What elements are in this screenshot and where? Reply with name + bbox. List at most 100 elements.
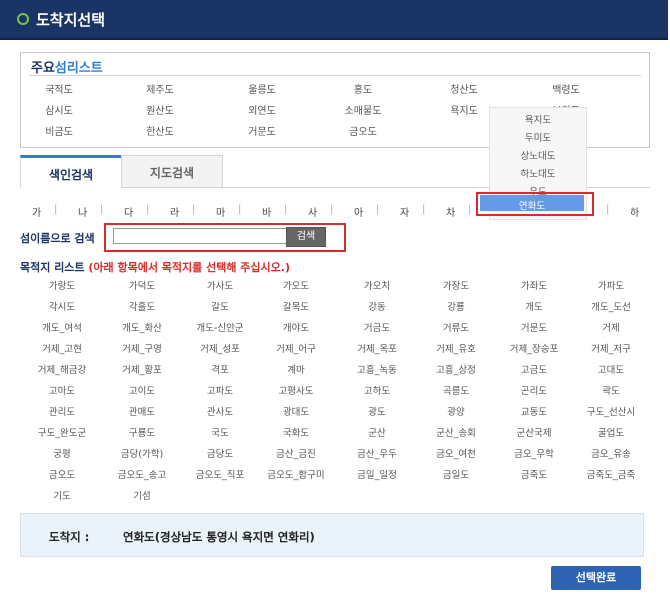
island-link[interactable]: 비금도 (20, 123, 98, 138)
island-link[interactable]: 국적도 (20, 81, 98, 96)
consonant-link[interactable]: 하 (630, 204, 639, 219)
destination-link[interactable]: 가덕도 (102, 278, 182, 292)
destination-link[interactable]: 구도_완도군 (22, 425, 102, 439)
destination-link[interactable]: 개도_여석 (22, 320, 102, 334)
island-link[interactable]: 제주도 (121, 81, 199, 96)
consonant-link[interactable]: 라 (170, 204, 179, 219)
destination-link[interactable]: 가장도 (416, 278, 496, 292)
destination-link[interactable]: 광양 (416, 404, 496, 418)
dropdown-item[interactable]: 두미도 (490, 130, 586, 144)
destination-link[interactable]: 각시도 (22, 299, 102, 313)
destination-link[interactable]: 거제_어구 (256, 341, 336, 355)
destination-link[interactable]: 금산_우두 (337, 446, 417, 460)
tab-map-search[interactable]: 지도검색 (121, 155, 223, 187)
destination-link[interactable]: 가파도 (571, 278, 651, 292)
island-link[interactable]: 홍도 (324, 81, 402, 96)
destination-link[interactable]: 고하도 (337, 383, 417, 397)
destination-link[interactable]: 곽도 (571, 383, 651, 397)
consonant-link[interactable]: 가 (32, 204, 41, 219)
destination-link[interactable]: 거류도 (416, 320, 496, 334)
destination-link[interactable]: 거제 (571, 320, 651, 334)
island-link[interactable]: 청산도 (425, 81, 503, 96)
consonant-link[interactable]: 마 (216, 204, 225, 219)
destination-link[interactable]: 기섬 (102, 488, 182, 502)
destination-link[interactable]: 관사도 (180, 404, 260, 418)
consonant-link[interactable]: 아 (354, 204, 363, 219)
destination-link[interactable]: 고파도 (180, 383, 260, 397)
destination-link[interactable]: 거제_성포 (180, 341, 260, 355)
destination-link[interactable]: 개도_도선 (571, 299, 651, 313)
destination-link[interactable]: 고흥_상정 (416, 362, 496, 376)
destination-link[interactable]: 고대도 (571, 362, 651, 376)
destination-link[interactable]: 가랑도 (22, 278, 102, 292)
consonant-link[interactable]: 바 (262, 204, 271, 219)
destination-link[interactable]: 개야도 (256, 320, 336, 334)
destination-link[interactable]: 가사도 (180, 278, 260, 292)
search-button[interactable]: 검색 (286, 227, 326, 247)
destination-link[interactable]: 금오도_직포 (180, 467, 260, 481)
island-link[interactable]: 백령도 (527, 81, 605, 96)
destination-link[interactable]: 금일도 (416, 467, 496, 481)
destination-link[interactable]: 거문도 (494, 320, 574, 334)
destination-link[interactable]: 금오도_함구미 (256, 467, 336, 481)
destination-link[interactable]: 거제_황포 (102, 362, 182, 376)
destination-link[interactable]: 교동도 (494, 404, 574, 418)
consonant-link[interactable]: 나 (78, 204, 87, 219)
destination-link[interactable]: 관리도 (22, 404, 102, 418)
destination-link[interactable]: 군산 (337, 425, 417, 439)
destination-link[interactable]: 광대도 (256, 404, 336, 418)
destination-link[interactable]: 가오도 (256, 278, 336, 292)
destination-link[interactable]: 거제_고현 (22, 341, 102, 355)
destination-link[interactable]: 고금도 (494, 362, 574, 376)
consonant-link[interactable]: 다 (124, 204, 133, 219)
destination-link[interactable]: 금일_일정 (337, 467, 417, 481)
search-input[interactable] (113, 228, 289, 244)
consonant-link[interactable]: 자 (400, 204, 409, 219)
destination-link[interactable]: 금오_여천 (416, 446, 496, 460)
destination-link[interactable]: 고흥_녹동 (337, 362, 417, 376)
destination-link[interactable]: 굴업도 (571, 425, 651, 439)
island-link[interactable]: 울릉도 (223, 81, 301, 96)
dropdown-item[interactable]: 하노대도 (490, 166, 586, 180)
destination-link[interactable]: 군산_송회 (416, 425, 496, 439)
destination-link[interactable]: 궁평 (22, 446, 102, 460)
destination-link[interactable]: 거제_구영 (102, 341, 182, 355)
destination-link[interactable]: 거제_장승포 (494, 341, 574, 355)
destination-link[interactable]: 금오_유송 (571, 446, 651, 460)
destination-link[interactable]: 거제_옥포 (337, 341, 417, 355)
island-link[interactable]: 외연도 (223, 102, 301, 117)
destination-link[interactable]: 갈도 (180, 299, 260, 313)
destination-link[interactable]: 관매도 (102, 404, 182, 418)
destination-link[interactable]: 개도_화산 (102, 320, 182, 334)
destination-link[interactable]: 계마 (256, 362, 336, 376)
destination-link[interactable]: 금죽도 (494, 467, 574, 481)
destination-link[interactable]: 거제_해금강 (22, 362, 102, 376)
destination-link[interactable]: 금산_금진 (256, 446, 336, 460)
destination-link[interactable]: 곤리도 (494, 383, 574, 397)
destination-link[interactable]: 고이도 (102, 383, 182, 397)
destination-link[interactable]: 개도 (494, 299, 574, 313)
destination-link[interactable]: 가오치 (337, 278, 417, 292)
destination-link[interactable]: 국도 (180, 425, 260, 439)
destination-link[interactable]: 금당도 (180, 446, 260, 460)
destination-link[interactable]: 거금도 (337, 320, 417, 334)
destination-link[interactable]: 갈목도 (256, 299, 336, 313)
destination-link[interactable]: 강동 (337, 299, 417, 313)
destination-link[interactable]: 금오도 (22, 467, 102, 481)
destination-link[interactable]: 격포 (180, 362, 260, 376)
destination-link[interactable]: 개도-신안군 (180, 320, 260, 334)
destination-link[interactable]: 거제_저구 (571, 341, 651, 355)
destination-link[interactable]: 기도 (22, 488, 102, 502)
destination-link[interactable]: 금오_우학 (494, 446, 574, 460)
destination-link[interactable]: 금오도_송고 (102, 467, 182, 481)
consonant-link[interactable]: 차 (446, 204, 455, 219)
dropdown-item[interactable]: 욕지도 (490, 112, 586, 126)
destination-link[interactable]: 군산국제 (494, 425, 574, 439)
destination-link[interactable]: 구도_선산시 (571, 404, 651, 418)
destination-link[interactable]: 구룡도 (102, 425, 182, 439)
island-link[interactable]: 금오도 (324, 123, 402, 138)
consonant-link[interactable]: 사 (308, 204, 317, 219)
destination-link[interactable]: 거제_유호 (416, 341, 496, 355)
dropdown-item[interactable]: 상노대도 (490, 148, 586, 162)
destination-link[interactable]: 금당(가학) (102, 446, 182, 460)
